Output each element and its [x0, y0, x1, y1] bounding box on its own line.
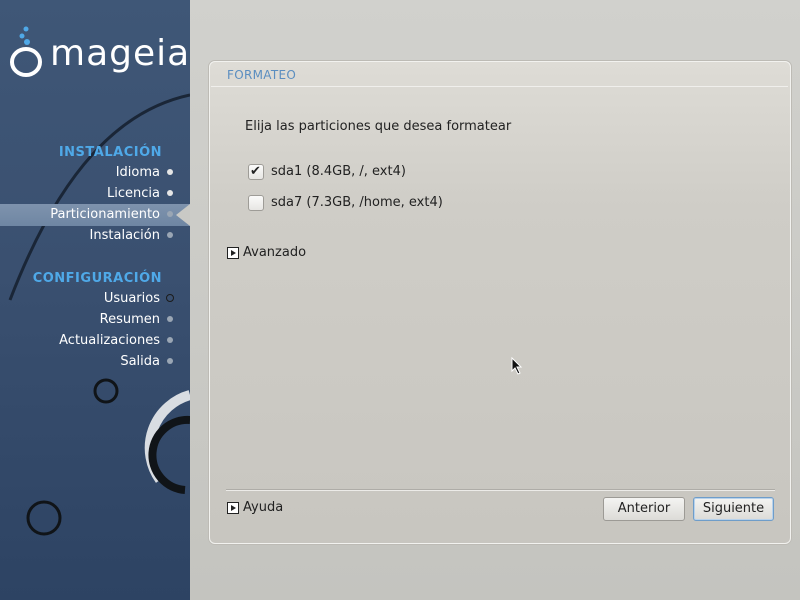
instruction-text: Elija las particiones que desea formatea… [245, 119, 512, 134]
expander-triangle-icon[interactable] [227, 502, 239, 514]
partition-checkbox-sda1[interactable]: ✔ sda1 (8.4GB, /, ext4) [248, 163, 448, 181]
sidebar-item-label: Licencia [107, 186, 160, 201]
previous-button[interactable]: Anterior [603, 497, 685, 521]
advanced-expander[interactable]: Avanzado [227, 245, 327, 261]
sidebar-item-licencia: Licencia [107, 184, 173, 204]
sidebar-item-salida: Salida [120, 352, 173, 372]
mageia-logo: mageia [8, 26, 190, 86]
sidebar-item-resumen: Resumen [99, 310, 173, 330]
title-divider [211, 86, 788, 87]
section-title-configuration: CONFIGURACIÓN [32, 271, 162, 286]
step-current-dot-icon [167, 211, 173, 217]
sidebar-item-particionamiento: Particionamiento [50, 205, 173, 225]
partition-label[interactable]: sda1 (8.4GB, /, ext4) [271, 163, 406, 181]
checkbox-box[interactable]: ✔ [248, 164, 264, 180]
sidebar-item-label: Resumen [99, 312, 160, 327]
sidebar-item-usuarios: Usuarios [103, 289, 174, 309]
sidebar-item-instalacion: Instalación [89, 226, 173, 246]
checkbox-box[interactable] [248, 195, 264, 211]
active-pointer-icon [176, 204, 190, 226]
sidebar-decoration [8, 93, 190, 536]
step-pending-dot-icon [167, 358, 173, 364]
section-title-installation: INSTALACIÓN [58, 145, 162, 160]
partition-label[interactable]: sda7 (7.3GB, /home, ext4) [271, 194, 443, 212]
dialog-title: FORMATEO [227, 68, 297, 82]
partition-checkbox-sda7[interactable]: sda7 (7.3GB, /home, ext4) [248, 194, 468, 212]
step-pending-dot-icon [167, 232, 173, 238]
step-done-dot-icon [167, 190, 173, 196]
mageia-logo-text: mageia [50, 33, 190, 74]
step-done-dot-icon [167, 169, 173, 175]
sidebar-item-label: Idioma [115, 165, 160, 180]
mageia-logo-mark-icon [10, 26, 42, 77]
help-expander[interactable]: Ayuda [227, 500, 307, 516]
next-button[interactable]: Siguiente [693, 497, 774, 521]
sidebar-item-label: Instalación [89, 228, 160, 243]
step-pending-dot-icon [167, 316, 173, 322]
sidebar-item-idioma: Idioma [115, 163, 173, 183]
sidebar-item-label: Usuarios [103, 291, 160, 306]
help-label[interactable]: Ayuda [243, 500, 283, 516]
sidebar-item-label: Salida [120, 354, 160, 369]
check-icon: ✔ [250, 164, 261, 179]
sidebar-item-label: Actualizaciones [59, 333, 160, 348]
expander-triangle-icon[interactable] [227, 247, 239, 259]
advanced-label[interactable]: Avanzado [243, 245, 306, 261]
sidebar-item-actualizaciones: Actualizaciones [59, 331, 173, 351]
sidebar-item-label: Particionamiento [50, 207, 160, 222]
bottom-divider [226, 489, 775, 490]
sidebar: mageia INSTALACIÓN Idioma Licencia Parti… [0, 0, 190, 600]
mouse-pointer-icon [511, 357, 523, 375]
step-pending-dot-icon [167, 337, 173, 343]
step-pending-ring-icon [166, 294, 174, 302]
